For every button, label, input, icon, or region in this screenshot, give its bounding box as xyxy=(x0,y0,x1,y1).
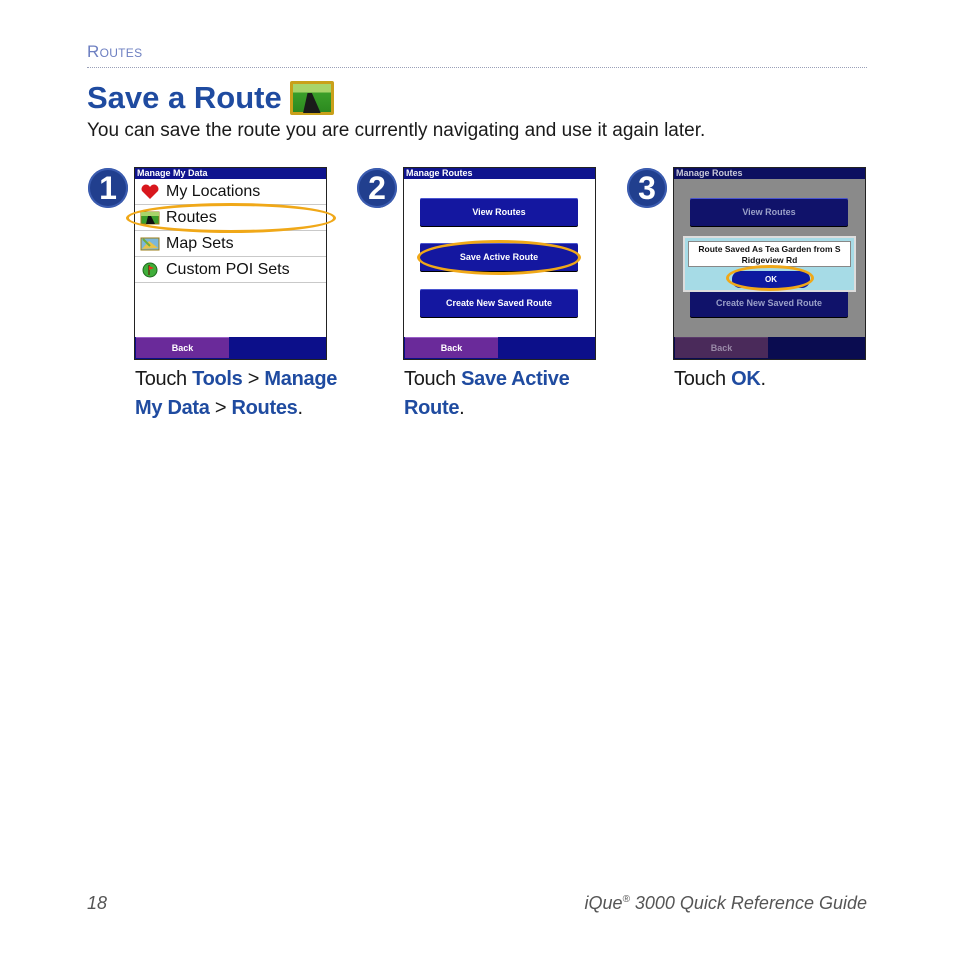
highlight-ring xyxy=(726,265,814,291)
guide-name-text: iQue xyxy=(584,893,623,913)
page-number: 18 xyxy=(87,893,108,913)
page-title-text: Save a Route xyxy=(87,80,282,115)
list-item-label: Custom POI Sets xyxy=(166,260,290,278)
caption-text: Touch xyxy=(674,368,732,390)
screen-title: Manage Routes xyxy=(674,168,865,179)
step-3-screen: Manage Routes View Routes Create New Sav… xyxy=(673,167,866,360)
back-button[interactable]: Back xyxy=(405,337,498,358)
list-item-my-locations[interactable]: My Locations xyxy=(135,179,326,205)
view-routes-button: View Routes xyxy=(690,198,848,226)
section-label: Routes xyxy=(87,42,143,61)
list-item-custom-poi-sets[interactable]: Custom POI Sets xyxy=(135,257,326,283)
caption-keyword-ok: OK xyxy=(731,368,761,390)
intro-text: You can save the route you are currently… xyxy=(87,120,706,141)
view-routes-button[interactable]: View Routes xyxy=(420,198,578,226)
caption-text: Touch xyxy=(135,368,193,390)
caption-text: Touch xyxy=(404,368,462,390)
header-divider xyxy=(87,67,867,68)
caption-separator: > xyxy=(242,368,265,390)
caption-keyword-routes: Routes xyxy=(231,397,298,419)
registered-mark: ® xyxy=(622,894,630,905)
create-new-saved-route-button: Create New Saved Route xyxy=(690,289,848,317)
caption-keyword-tools: Tools xyxy=(192,368,243,390)
create-new-saved-route-button[interactable]: Create New Saved Route xyxy=(420,289,578,317)
step-2-badge: 2 xyxy=(357,168,397,208)
guide-name: iQue® 3000 Quick Reference Guide xyxy=(584,893,867,914)
route-road-icon xyxy=(289,81,334,115)
list-item-label: Map Sets xyxy=(166,234,234,252)
step-1-caption: Touch Tools > Manage My Data > Routes. xyxy=(135,365,360,423)
guide-name-text: 3000 Quick Reference Guide xyxy=(629,893,867,913)
step-2-caption: Touch Save Active Route. xyxy=(404,365,604,423)
step-3-badge: 3 xyxy=(627,168,667,208)
caption-text: . xyxy=(297,397,303,419)
screen-title: Manage My Data xyxy=(135,168,326,179)
highlight-ring xyxy=(417,240,581,275)
poi-flag-icon xyxy=(140,262,160,278)
list-item-map-sets[interactable]: Map Sets xyxy=(135,231,326,257)
heart-icon xyxy=(140,184,160,200)
step-1-badge: 1 xyxy=(88,168,128,208)
page-title: Save a Route xyxy=(87,80,334,116)
screen-title: Manage Routes xyxy=(404,168,595,179)
caption-text: . xyxy=(459,397,465,419)
list-item-label: My Locations xyxy=(166,182,261,200)
map-icon xyxy=(140,236,160,252)
highlight-ring xyxy=(126,203,336,233)
step-3-caption: Touch OK. xyxy=(674,365,874,394)
back-button: Back xyxy=(675,337,768,358)
caption-text: . xyxy=(760,368,767,390)
dialog-message: Route Saved As Tea Garden from S Ridgevi… xyxy=(688,241,851,267)
back-button[interactable]: Back xyxy=(136,337,229,358)
step-1-screen: Manage My Data My Locations Routes Map S… xyxy=(134,167,327,360)
caption-separator: > xyxy=(209,397,232,419)
